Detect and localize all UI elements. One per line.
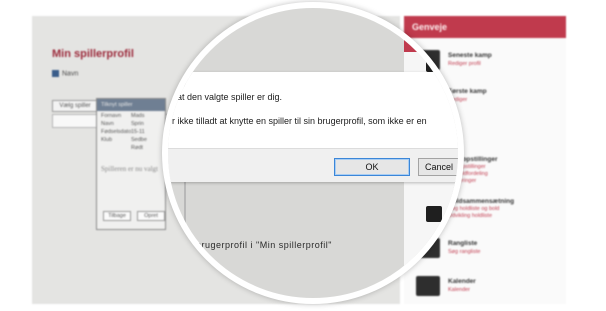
lens-sidebar-header bbox=[404, 8, 458, 52]
confirm-footer: OK Cancel bbox=[168, 148, 458, 182]
choose-player-button[interactable]: Vælg spiller bbox=[52, 100, 98, 112]
create-button[interactable]: Opret bbox=[137, 211, 165, 221]
back-button[interactable]: Tilbage bbox=[103, 211, 131, 221]
user-name-row[interactable]: Navn bbox=[52, 70, 78, 77]
link-player-dialog: Tilknyt spiller Fornavn Mads Navn Sprin Fø… bbox=[96, 98, 166, 230]
dialog-row: Fødselsdato 15-11 bbox=[101, 129, 145, 135]
dialog-row: Navn Sprin bbox=[101, 121, 144, 127]
dialog-note: Spilleren er nu valgt bbox=[101, 165, 158, 173]
dialog-row: Fornavn Mads bbox=[101, 113, 145, 119]
ok-button[interactable]: OK bbox=[334, 158, 410, 176]
user-name: Navn bbox=[62, 70, 79, 78]
confirm-message-line1: t at den valgte spiller er dig. bbox=[172, 92, 283, 102]
dialog-row: Rødt bbox=[131, 145, 143, 151]
dialog-row: Klub Sedbe bbox=[101, 137, 147, 143]
confirm-dialog: t at den valgte spiller er dig. r ikke t… bbox=[168, 72, 458, 182]
dialog-header: Tilknyt spiller bbox=[97, 99, 165, 111]
ranking-icon bbox=[426, 246, 442, 264]
confirm-message-line2: r ikke tilladt at knytte en spiller til … bbox=[172, 116, 427, 126]
user-icon bbox=[52, 70, 59, 77]
page-title: Min spillerprofil bbox=[52, 48, 134, 60]
